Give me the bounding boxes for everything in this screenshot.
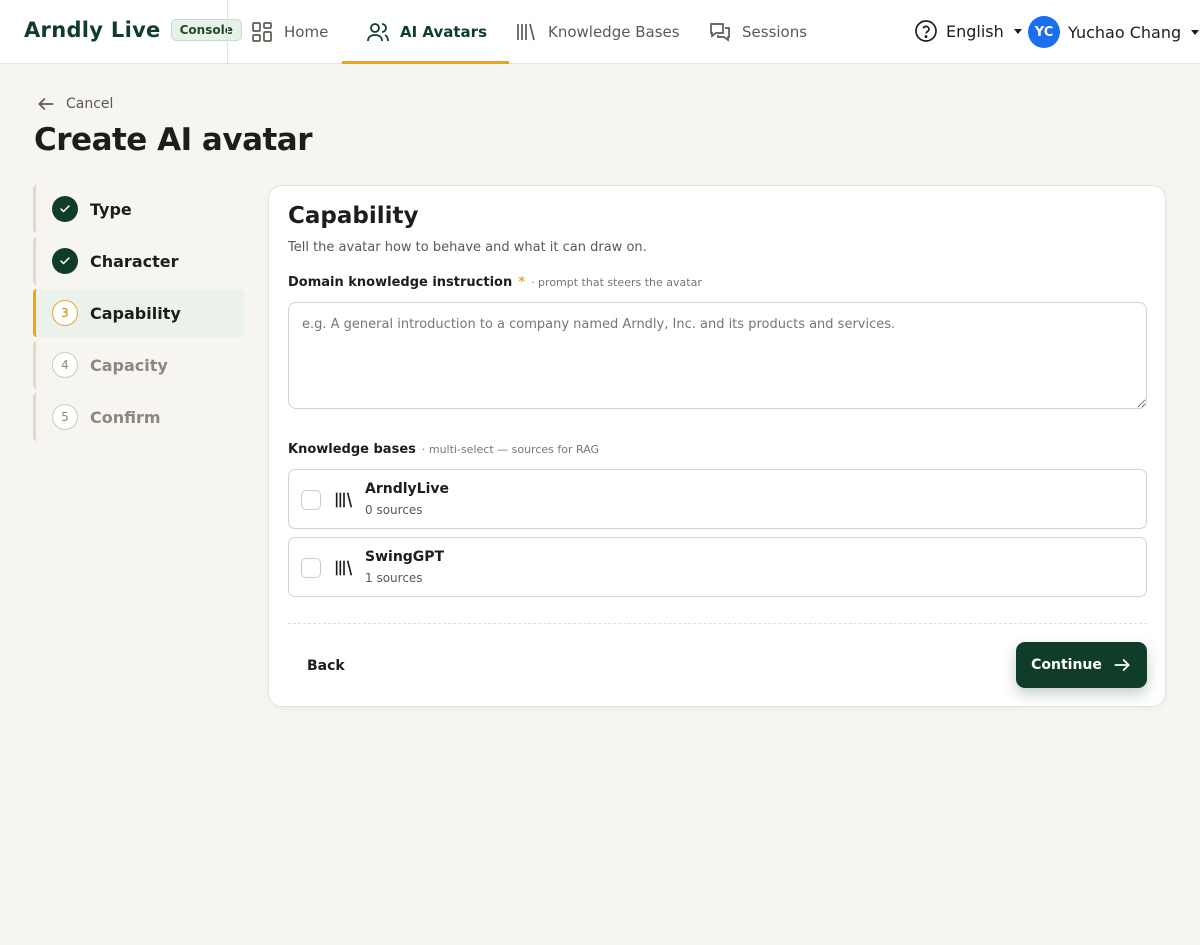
step-character[interactable]: Character [33, 237, 244, 285]
user-name: Yuchao Chang [1068, 22, 1182, 42]
arrow-right-icon [1114, 659, 1130, 671]
step-number: 4 [52, 352, 78, 378]
continue-button[interactable]: Continue [1016, 642, 1147, 688]
step-check-icon [52, 248, 78, 274]
top-bar: Arndly Live Console Home AI Avatars Know… [0, 0, 1200, 64]
stepper: Type Character 3 Capability 4 Capacity 5… [33, 185, 244, 445]
user-menu[interactable]: YC Yuchao Chang [1028, 16, 1200, 48]
form-divider [288, 623, 1147, 624]
page-title: Create AI avatar [34, 122, 313, 158]
brand[interactable]: Arndly Live Console [24, 18, 242, 42]
step-check-icon [52, 196, 78, 222]
card-description: Tell the avatar how to behave and what i… [288, 240, 647, 255]
knowledge-bases-hint: · multi-select — sources for RAG [421, 443, 600, 456]
brand-logo[interactable]: Arndly Live [24, 18, 161, 42]
language-label: English [946, 21, 1004, 41]
knowledge-base-sources: 0 sources [365, 503, 423, 517]
nav-tab-knowledge-bases-label: Knowledge Bases [548, 22, 680, 41]
back-button[interactable]: Back [288, 643, 364, 689]
instruction-textarea[interactable] [288, 302, 1147, 409]
knowledge-bases-label-text: Knowledge bases [288, 442, 416, 457]
knowledge-base-name: ArndlyLive [365, 481, 449, 497]
header-divider [227, 0, 228, 63]
nav-tab-ai-avatars[interactable]: AI Avatars [341, 0, 510, 64]
required-mark: * [518, 275, 526, 290]
knowledge-base-option[interactable]: ArndlyLive 0 sources [288, 469, 1147, 529]
console-badge: Console [170, 19, 242, 41]
knowledge-base-name: SwingGPT [365, 549, 445, 565]
step-label: Capability [90, 303, 181, 323]
step-label: Confirm [90, 407, 161, 427]
instruction-label-text: Domain knowledge instruction [288, 275, 513, 290]
check-icon [60, 257, 70, 265]
help-circle-icon[interactable] [914, 19, 938, 43]
step-label: Character [90, 251, 179, 271]
step-number: 3 [52, 300, 78, 326]
nav-tab-sessions-label: Sessions [742, 22, 808, 41]
card-title: Capability [288, 203, 419, 229]
knowledge-base-option[interactable]: SwingGPT 1 sources [288, 537, 1147, 597]
cancel-link[interactable]: Cancel [36, 94, 113, 114]
library-icon [335, 492, 353, 508]
nav-tab-ai-avatars-label: AI Avatars [400, 22, 488, 41]
knowledge-bases-label: Knowledge bases · multi-select — sources… [288, 442, 599, 457]
language-selector[interactable]: English [914, 19, 1022, 43]
step-label: Capacity [90, 355, 168, 375]
knowledge-base-checkbox[interactable] [301, 490, 321, 510]
step-number: 5 [52, 404, 78, 430]
step-confirm[interactable]: 5 Confirm [33, 393, 244, 441]
users-icon [367, 22, 389, 41]
step-type[interactable]: Type [33, 185, 244, 233]
library-icon [517, 23, 535, 40]
grid-icon [252, 21, 272, 42]
instruction-hint: · prompt that steers the avatar [531, 276, 702, 289]
capability-card: Capability Tell the avatar how to behave… [268, 185, 1166, 707]
library-icon [335, 560, 353, 576]
knowledge-base-sources: 1 sources [365, 571, 423, 585]
arrow-left-icon [38, 98, 54, 110]
step-label: Type [90, 199, 132, 219]
nav-tab-home[interactable]: Home [250, 0, 328, 63]
cancel-label: Cancel [66, 96, 114, 112]
check-icon [60, 205, 70, 213]
knowledge-base-checkbox[interactable] [301, 558, 321, 578]
chevron-down-icon [1191, 29, 1200, 35]
chat-bubbles-icon [710, 22, 730, 42]
step-capacity[interactable]: 4 Capacity [33, 341, 244, 389]
instruction-label: Domain knowledge instruction * · prompt … [288, 275, 702, 290]
nav-tab-knowledge-bases[interactable]: Knowledge Bases [514, 0, 680, 63]
chevron-down-icon [1013, 28, 1022, 34]
continue-label: Continue [1031, 657, 1102, 673]
nav-tab-home-label: Home [284, 22, 329, 41]
nav-tab-sessions[interactable]: Sessions [708, 0, 807, 63]
step-capability[interactable]: 3 Capability [33, 289, 244, 337]
avatar: YC [1028, 16, 1060, 48]
